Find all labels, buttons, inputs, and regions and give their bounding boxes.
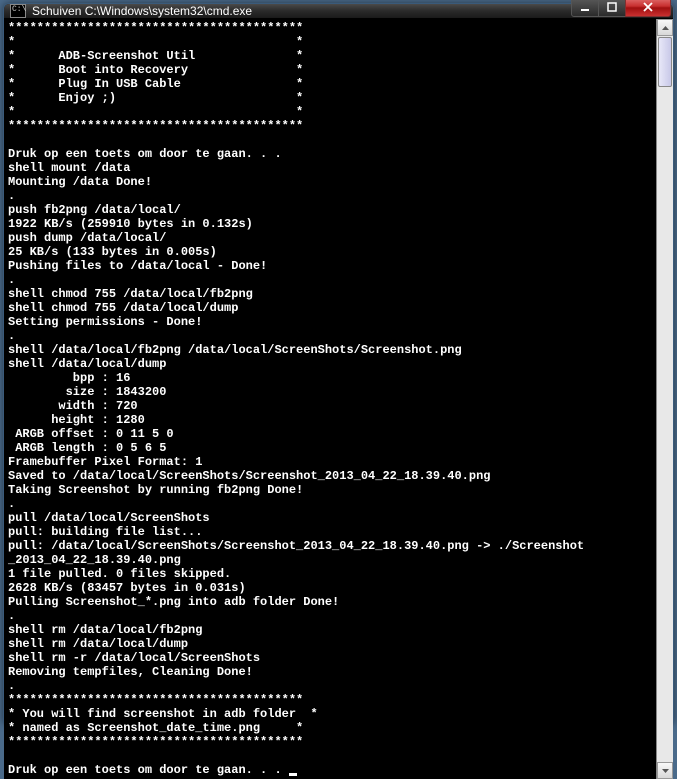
maximize-button[interactable]	[598, 0, 626, 17]
scroll-up-button[interactable]	[657, 19, 673, 36]
window-title: Schuiven C:\Windows\system32\cmd.exe	[32, 4, 572, 18]
cmd-window: C:\ Schuiven C:\Windows\system32\cmd.exe…	[3, 3, 674, 723]
scroll-thumb[interactable]	[658, 37, 672, 87]
vertical-scrollbar[interactable]	[656, 19, 673, 779]
client-area: ****************************************…	[4, 19, 673, 779]
close-button[interactable]	[625, 0, 671, 17]
cmd-icon: C:\	[10, 4, 26, 18]
scroll-down-button[interactable]	[657, 762, 673, 779]
cursor	[289, 773, 297, 776]
minimize-button[interactable]	[571, 0, 599, 17]
window-controls	[572, 0, 671, 17]
terminal-output[interactable]: ****************************************…	[4, 19, 656, 779]
titlebar[interactable]: C:\ Schuiven C:\Windows\system32\cmd.exe	[4, 4, 673, 19]
